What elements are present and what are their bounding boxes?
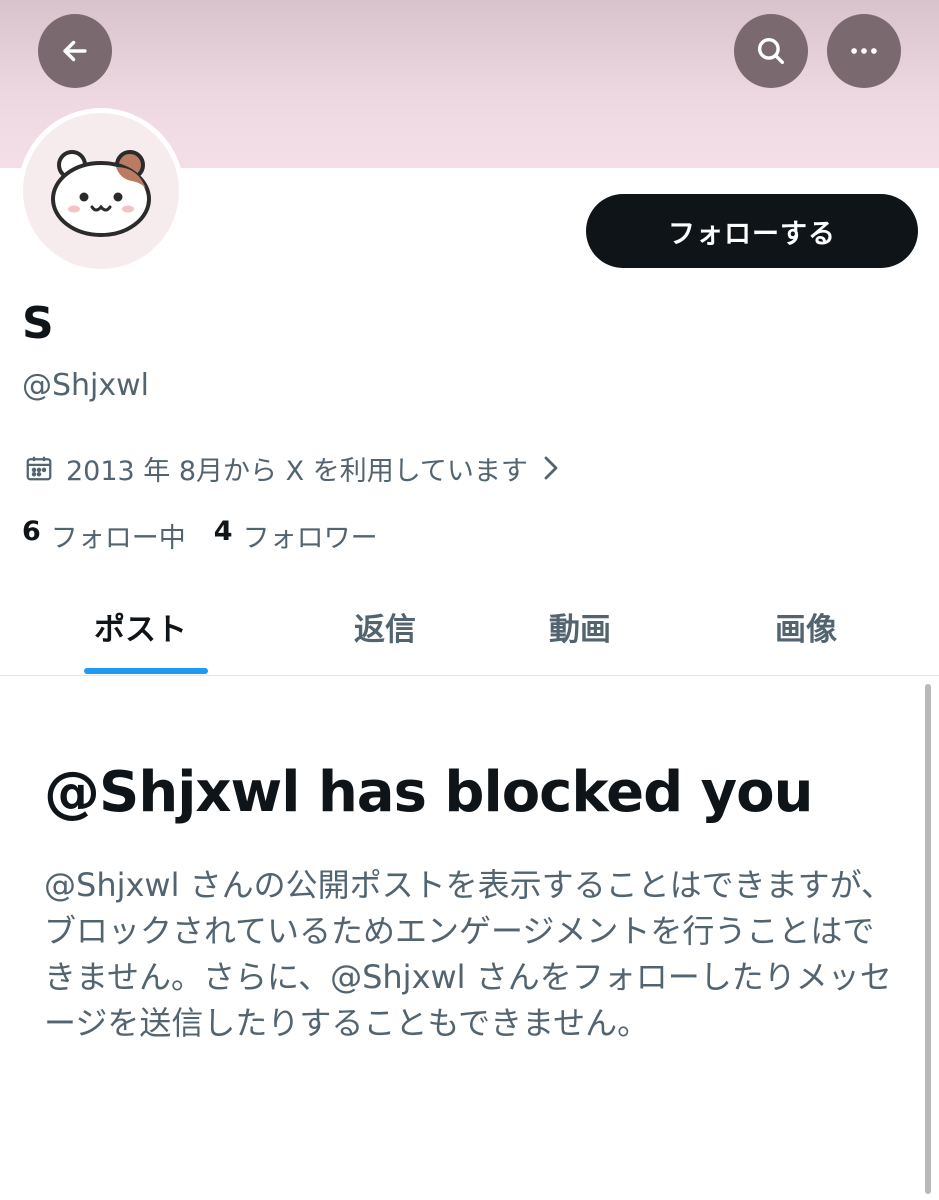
more-horizontal-icon (851, 48, 877, 54)
more-button[interactable] (827, 14, 901, 88)
back-button[interactable] (38, 14, 112, 88)
followers-link[interactable]: 4 フォロワー (214, 516, 378, 555)
follow-button[interactable]: フォローする (586, 194, 918, 268)
profile-handle: @Shjxwl (22, 368, 150, 403)
followers-label: フォロワー (242, 523, 378, 554)
scrollbar[interactable] (925, 684, 931, 1194)
following-count: 6 (22, 516, 41, 547)
hamster-face-avatar (51, 150, 151, 237)
calendar-icon (26, 456, 52, 481)
tab-videos[interactable]: 動画 (549, 604, 611, 649)
avatar[interactable] (18, 108, 184, 274)
chevron-right-icon (544, 456, 558, 480)
blocked-message: @Shjxwl さんの公開ポストを表示することはできますが、ブロックされているた… (44, 866, 894, 1042)
followers-count: 4 (213, 516, 233, 547)
joined-date-row[interactable]: 2013 年 8月から X を利用しています (24, 448, 562, 488)
follow-stats: 6 フォロー中 4 フォロワー (22, 516, 406, 555)
arrow-left-icon (63, 40, 87, 62)
display-name: S (22, 298, 54, 349)
tab-posts[interactable]: ポスト (94, 604, 187, 649)
search-button[interactable] (734, 14, 808, 88)
blocked-title: @Shjxwl has blocked you (44, 760, 814, 825)
profile-page: フォローする S @Shjxwl 2013 年 8月から X を利用しています … (0, 0, 939, 1200)
joined-date-text: 2013 年 8月から X を利用しています (66, 455, 528, 487)
active-tab-indicator (84, 668, 208, 674)
tab-replies[interactable]: 返信 (354, 604, 416, 649)
following-link[interactable]: 6 フォロー中 (22, 516, 186, 555)
following-label: フォロー中 (50, 523, 186, 554)
search-icon (757, 37, 785, 65)
profile-tabs: ポスト 返信 動画 画像 (0, 590, 939, 676)
tab-images[interactable]: 画像 (775, 604, 837, 649)
